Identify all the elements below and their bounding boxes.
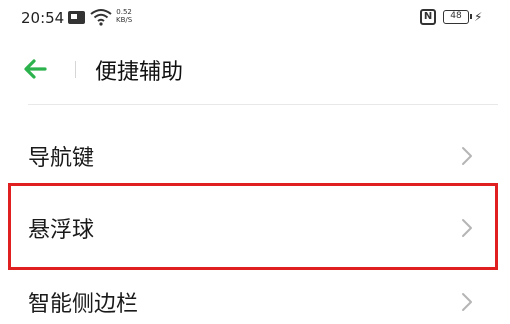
page-title: 便捷辅助 xyxy=(95,60,184,85)
menu-item-smart-sidebar[interactable]: 智能侧边栏 xyxy=(0,272,510,324)
menu-item-label: 智能侧边栏 xyxy=(28,292,139,317)
back-arrow-icon xyxy=(24,59,47,79)
menu-item-label: 悬浮球 xyxy=(28,218,95,243)
network-speed-value: 0.52 xyxy=(116,8,132,16)
chevron-right-icon xyxy=(462,147,472,165)
battery-icon: 48 xyxy=(443,10,472,24)
menu-item-navigation-keys[interactable]: 导航键 xyxy=(0,126,510,186)
network-speed: 0.52 KB/S xyxy=(116,8,132,24)
status-bar: 20:54 0.52 KB/S N 48 ⚡ xyxy=(0,0,510,40)
back-button[interactable] xyxy=(22,52,66,86)
chevron-right-icon xyxy=(462,219,472,237)
nfc-icon: N xyxy=(420,9,436,25)
menu-item-floating-ball[interactable]: 悬浮球 xyxy=(0,198,510,258)
header-separator xyxy=(28,104,498,105)
wifi-icon xyxy=(90,9,112,26)
sim-card-icon xyxy=(68,11,85,24)
network-speed-unit: KB/S xyxy=(116,16,133,24)
chevron-right-icon xyxy=(462,293,472,311)
status-time: 20:54 xyxy=(21,9,65,27)
charging-bolt-icon: ⚡ xyxy=(474,10,483,24)
page-header: 便捷辅助 xyxy=(0,44,510,94)
header-divider xyxy=(75,61,76,78)
menu-item-label: 导航键 xyxy=(28,146,95,171)
